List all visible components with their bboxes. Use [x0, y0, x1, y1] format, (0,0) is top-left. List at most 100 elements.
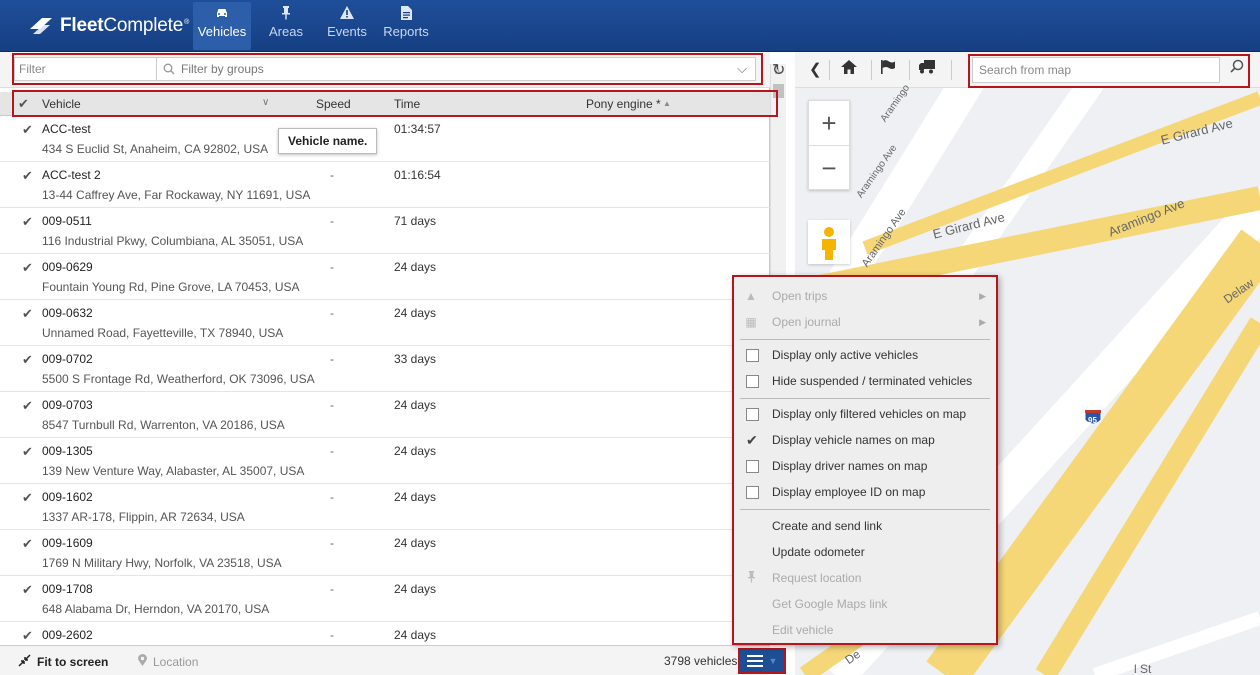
- column-pony-engine[interactable]: Pony engine *: [586, 97, 661, 111]
- hide-suspended-checkbox[interactable]: [746, 374, 759, 388]
- menu-update-odometer-label: Update odometer: [772, 545, 865, 559]
- table-row[interactable]: ✔ 009-1708 648 Alabama Dr, Herndon, VA 2…: [0, 576, 770, 622]
- table-row[interactable]: ✔ 009-0511 116 Industrial Pkwy, Columbia…: [0, 208, 770, 254]
- tab-areas[interactable]: Areas: [262, 2, 310, 50]
- zoom-in-button[interactable]: +: [809, 101, 849, 145]
- row-checkbox[interactable]: ✔: [22, 306, 33, 322]
- menu-request-location[interactable]: Request location: [734, 565, 996, 591]
- menu-vehicle-names-label: Display vehicle names on map: [772, 433, 935, 447]
- vehicle-time: 24 days: [394, 582, 437, 596]
- row-checkbox[interactable]: ✔: [22, 260, 33, 276]
- menu-open-journal[interactable]: ▦ Open journal ▶: [734, 309, 996, 335]
- refresh-icon[interactable]: ↻: [772, 60, 785, 80]
- vehicle-name: 009-0511: [42, 214, 92, 228]
- chevron-down-icon[interactable]: ∨: [262, 97, 269, 108]
- submenu-arrow-icon: ▶: [979, 290, 986, 301]
- fleet-complete-logo[interactable]: FleetComplete®: [28, 12, 189, 40]
- group-filter-placeholder: Filter by groups: [181, 62, 264, 76]
- vehicle-names-checkbox[interactable]: ✔: [746, 433, 759, 447]
- vehicle-address: 1769 N Military Hwy, Norfolk, VA 23518, …: [42, 556, 282, 570]
- scroll-thumb[interactable]: [773, 84, 784, 98]
- menu-edit-vehicle-label: Edit vehicle: [772, 623, 834, 637]
- home-icon[interactable]: [841, 60, 857, 78]
- flag-icon[interactable]: [881, 60, 895, 78]
- menu-active-only[interactable]: Display only active vehicles: [734, 342, 996, 368]
- row-checkbox[interactable]: ✔: [22, 122, 33, 138]
- table-row[interactable]: ✔ 009-0629 Fountain Young Rd, Pine Grove…: [0, 254, 770, 300]
- table-row[interactable]: ✔ 009-0703 8547 Turnbull Rd, Warrenton, …: [0, 392, 770, 438]
- table-row[interactable]: ✔ 009-0702 5500 S Frontage Rd, Weatherfo…: [0, 346, 770, 392]
- calendar-icon: ▦: [745, 315, 757, 329]
- tab-events[interactable]: Events: [318, 2, 376, 50]
- vehicle-speed: -: [330, 628, 334, 642]
- table-row[interactable]: ✔ ACC-test 434 S Euclid St, Anaheim, CA …: [0, 116, 770, 162]
- double-chevron-down-icon[interactable]: ⌵: [737, 61, 747, 77]
- vehicle-name: ACC-test 2: [42, 168, 101, 182]
- table-row[interactable]: ✔ 009-1602 1337 AR-178, Flippin, AR 7263…: [0, 484, 770, 530]
- menu-open-trips[interactable]: ▲ Open trips ▶: [734, 283, 996, 309]
- table-row[interactable]: ✔ 009-1609 1769 N Military Hwy, Norfolk,…: [0, 530, 770, 576]
- vehicle-time: 24 days: [394, 398, 437, 412]
- vehicle-address: 116 Industrial Pkwy, Columbiana, AL 3505…: [42, 234, 304, 248]
- vehicle-time: 01:16:54: [394, 168, 441, 182]
- tab-areas-label: Areas: [269, 24, 303, 39]
- row-checkbox[interactable]: ✔: [22, 582, 33, 598]
- group-filter-select[interactable]: Filter by groups ⌵: [156, 57, 756, 81]
- menu-filtered-only[interactable]: Display only filtered vehicles on map: [734, 401, 996, 427]
- vehicle-name: 009-1602: [42, 490, 93, 504]
- active-only-checkbox[interactable]: [746, 348, 759, 362]
- vehicle-address: 434 S Euclid St, Anaheim, CA 92802, USA: [42, 142, 269, 156]
- menu-employee-id-label: Display employee ID on map: [772, 485, 926, 499]
- row-checkbox[interactable]: ✔: [22, 398, 33, 414]
- row-checkbox[interactable]: ✔: [22, 536, 33, 552]
- submenu-arrow-icon: ▶: [979, 316, 986, 327]
- employee-id-checkbox[interactable]: [746, 485, 759, 499]
- tab-reports[interactable]: Reports: [378, 2, 434, 50]
- street-view-pegman-icon[interactable]: [808, 220, 850, 264]
- tab-vehicles[interactable]: Vehicles: [193, 2, 251, 50]
- vehicle-rows: ✔ ACC-test 434 S Euclid St, Anaheim, CA …: [0, 116, 770, 643]
- list-menu-button[interactable]: ▼: [738, 648, 786, 674]
- menu-employee-id[interactable]: Display employee ID on map: [734, 479, 996, 505]
- driver-names-checkbox[interactable]: [746, 459, 759, 473]
- column-speed[interactable]: Speed: [316, 97, 351, 111]
- row-checkbox[interactable]: ✔: [22, 352, 33, 368]
- logo-wings-icon: [30, 18, 52, 34]
- menu-google-link[interactable]: Get Google Maps link: [734, 591, 996, 617]
- logo-text-bold: Fleet: [60, 15, 104, 36]
- zoom-out-button[interactable]: −: [809, 146, 849, 190]
- table-row[interactable]: ✔ ACC-test 2 13-44 Caffrey Ave, Far Rock…: [0, 162, 770, 208]
- menu-edit-vehicle[interactable]: Edit vehicle: [734, 617, 996, 643]
- table-row[interactable]: ✔ 009-1305 139 New Venture Way, Alabaste…: [0, 438, 770, 484]
- table-row[interactable]: ✔ 009-2602 - 24 days: [0, 622, 770, 643]
- map-search-icon[interactable]: [1230, 59, 1244, 76]
- vehicle-name-tooltip: Vehicle name.: [278, 128, 378, 154]
- menu-create-link[interactable]: Create and send link: [734, 513, 996, 539]
- pin-icon: [742, 570, 760, 586]
- column-vehicle[interactable]: Vehicle: [42, 97, 81, 111]
- search-icon: [163, 63, 175, 75]
- menu-driver-names-label: Display driver names on map: [772, 459, 928, 473]
- menu-vehicle-names[interactable]: ✔ Display vehicle names on map: [734, 427, 996, 453]
- row-checkbox[interactable]: ✔: [22, 214, 33, 230]
- menu-hide-suspended[interactable]: Hide suspended / terminated vehicles: [734, 368, 996, 394]
- row-checkbox[interactable]: ✔: [22, 168, 33, 184]
- menu-driver-names[interactable]: Display driver names on map: [734, 453, 996, 479]
- column-time[interactable]: Time: [394, 97, 420, 111]
- table-row[interactable]: ✔ 009-0632 Unnamed Road, Fayetteville, T…: [0, 300, 770, 346]
- row-checkbox[interactable]: ✔: [22, 628, 33, 643]
- location-button[interactable]: Location: [138, 654, 198, 669]
- map-search-input[interactable]: [972, 57, 1220, 83]
- filter-input[interactable]: [14, 57, 174, 81]
- truck-icon[interactable]: [919, 60, 935, 78]
- top-navigation-bar: FleetComplete® Vehicles Areas Events Rep…: [0, 0, 1260, 52]
- filtered-only-checkbox[interactable]: [746, 407, 759, 421]
- menu-request-location-label: Request location: [772, 571, 862, 585]
- fit-to-screen-button[interactable]: Fit to screen: [18, 654, 108, 670]
- back-chevron-icon[interactable]: ❮: [809, 60, 822, 78]
- select-all-checkbox[interactable]: ✔: [18, 96, 29, 112]
- row-checkbox[interactable]: ✔: [22, 490, 33, 506]
- vehicle-time: 01:34:57: [394, 122, 441, 136]
- menu-update-odometer[interactable]: Update odometer: [734, 539, 996, 565]
- row-checkbox[interactable]: ✔: [22, 444, 33, 460]
